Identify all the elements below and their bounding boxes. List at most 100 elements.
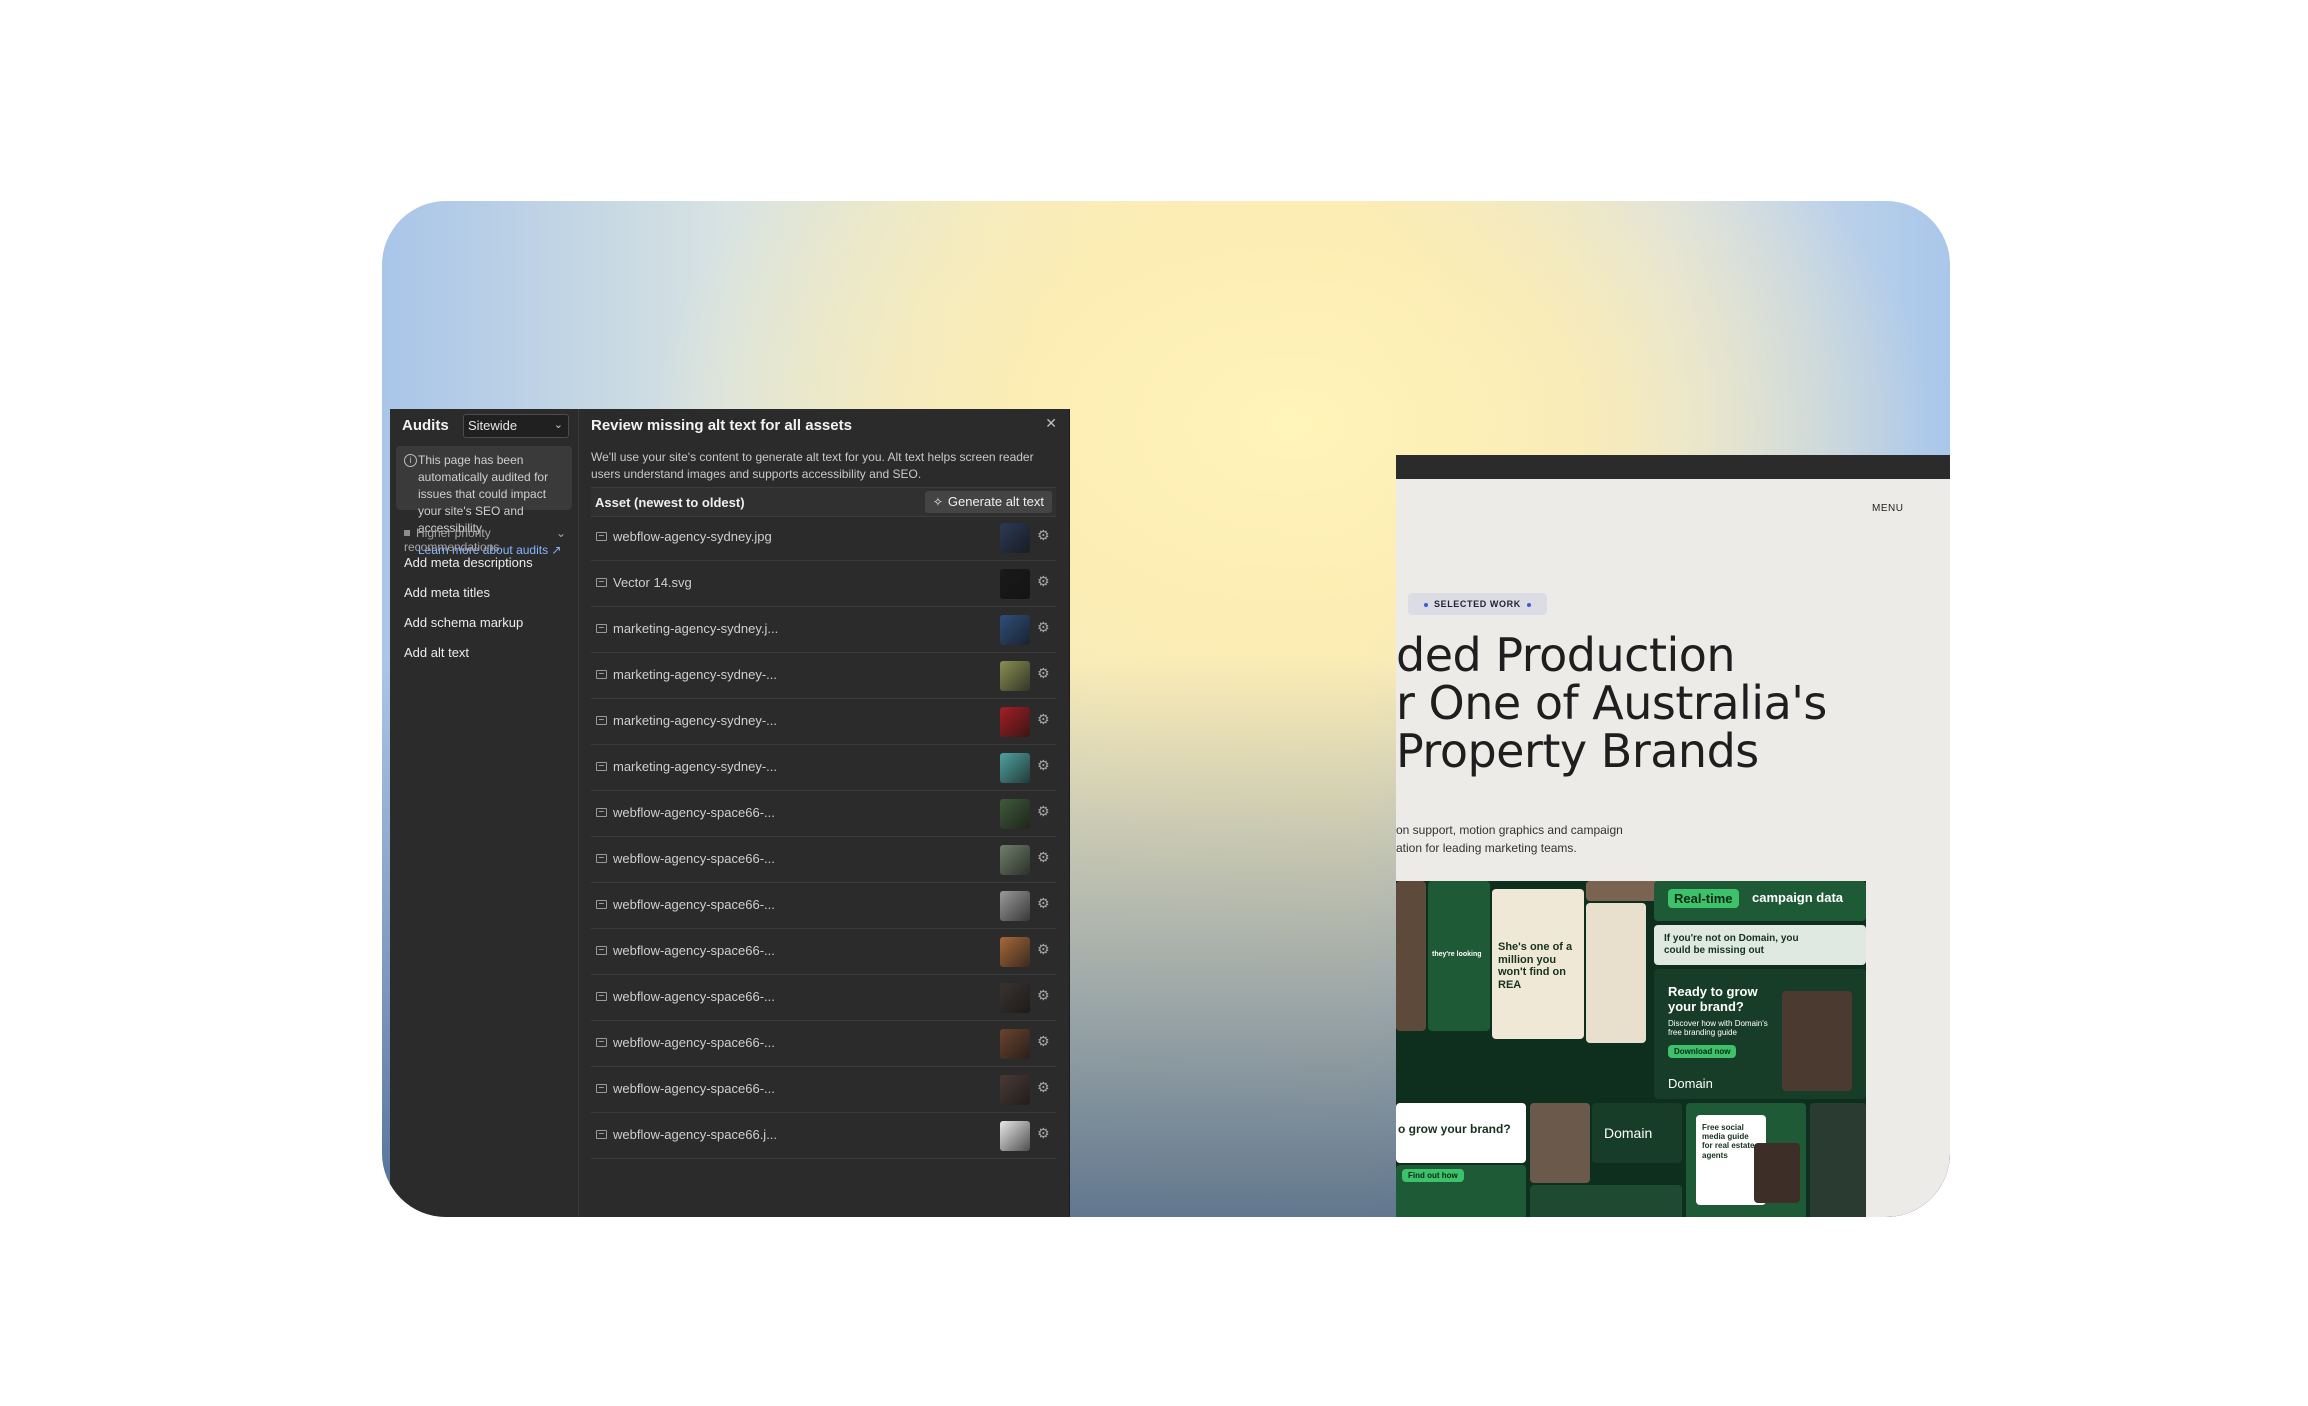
asset-filename: marketing-agency-sydney-... — [613, 667, 778, 682]
asset-row[interactable]: Vector 14.svg ⚙ — [591, 561, 1056, 607]
collage-photo — [1530, 1103, 1590, 1183]
recommendation-meta-titles[interactable]: Add meta titles — [404, 585, 490, 600]
asset-filename: webflow-agency-space66-... — [613, 1081, 775, 1096]
gear-icon[interactable]: ⚙ — [1037, 1079, 1050, 1096]
asset-filename: webflow-agency-space66-... — [613, 805, 775, 820]
asset-thumbnail[interactable] — [1000, 891, 1030, 921]
collage-tile: Free social media guide for real estate … — [1686, 1103, 1806, 1217]
scope-select[interactable]: Sitewide ⌄ — [463, 414, 569, 438]
collage-tile: o grow your brand? — [1396, 1103, 1526, 1163]
asset-row[interactable]: webflow-agency-space66-... ⚙ — [591, 791, 1056, 837]
image-icon — [596, 808, 607, 817]
assets-list: webflow-agency-sydney.jpg ⚙ Vector 14.svg ⚙… — [591, 515, 1056, 1217]
assets-table-header: Asset (newest to oldest) ✧ Generate alt t… — [591, 487, 1056, 517]
selected-work-pill: SELECTED WORK — [1408, 593, 1547, 615]
image-icon — [596, 1038, 607, 1047]
gear-icon[interactable]: ⚙ — [1037, 1125, 1050, 1142]
image-icon — [596, 532, 607, 541]
audits-title: Audits — [402, 417, 449, 434]
asset-row[interactable]: webflow-agency-space66.j... ⚙ — [591, 1113, 1056, 1159]
gear-icon[interactable]: ⚙ — [1037, 527, 1050, 544]
gear-icon[interactable]: ⚙ — [1037, 895, 1050, 912]
collage-tile: Domain — [1592, 1103, 1682, 1163]
asset-thumbnail[interactable] — [1000, 937, 1030, 967]
image-icon — [596, 900, 607, 909]
image-icon — [596, 624, 607, 633]
image-icon — [596, 578, 607, 587]
column-header-asset[interactable]: Asset (newest to oldest) — [595, 495, 745, 510]
asset-thumbnail[interactable] — [1000, 799, 1030, 829]
asset-thumbnail[interactable] — [1000, 523, 1030, 553]
gear-icon[interactable]: ⚙ — [1037, 803, 1050, 820]
priority-label: Higher priority recommendations — [404, 526, 500, 554]
recommendation-schema-markup[interactable]: Add schema markup — [404, 615, 523, 630]
asset-thumbnail[interactable] — [1000, 569, 1030, 599]
asset-row[interactable]: webflow-agency-space66-... ⚙ — [591, 1021, 1056, 1067]
gear-icon[interactable]: ⚙ — [1037, 1033, 1050, 1050]
collage-tile — [1810, 1103, 1866, 1217]
collage-tile: She's one of a million you won't find on… — [1492, 889, 1584, 1039]
close-icon[interactable]: ✕ — [1045, 415, 1057, 432]
collage-photo — [1396, 881, 1426, 1031]
image-icon — [596, 992, 607, 1001]
asset-row[interactable]: marketing-agency-sydney-... ⚙ — [591, 653, 1056, 699]
asset-row[interactable]: webflow-agency-space66-... ⚙ — [591, 929, 1056, 975]
asset-filename: marketing-agency-sydney-... — [613, 713, 778, 728]
asset-thumbnail[interactable] — [1000, 615, 1030, 645]
asset-filename: marketing-agency-sydney-... — [613, 759, 778, 774]
collage-tile: Find out how — [1396, 1165, 1526, 1217]
site-headline: ded Production r One of Australia's Prop… — [1396, 628, 1827, 778]
image-icon — [596, 670, 607, 679]
audits-panel: Audits Sitewide ⌄ i This page has been a… — [390, 409, 579, 1217]
priority-section-toggle[interactable]: Higher priority recommendations ⌄ — [404, 526, 570, 554]
gear-icon[interactable]: ⚙ — [1037, 849, 1050, 866]
gear-icon[interactable]: ⚙ — [1037, 665, 1050, 682]
asset-thumbnail[interactable] — [1000, 753, 1030, 783]
chevron-down-icon: ⌄ — [555, 526, 566, 540]
asset-row[interactable]: marketing-agency-sydney.j... ⚙ — [591, 607, 1056, 653]
asset-row[interactable]: webflow-agency-sydney.jpg ⚙ — [591, 515, 1056, 561]
collage-tile — [1586, 903, 1646, 1043]
gear-icon[interactable]: ⚙ — [1037, 711, 1050, 728]
collage-tile — [1530, 1185, 1682, 1217]
image-icon — [596, 946, 607, 955]
audit-info-text: This page has been automatically audited… — [418, 453, 549, 535]
collage-tile: they're looking — [1428, 881, 1490, 1031]
gear-icon[interactable]: ⚙ — [1037, 619, 1050, 636]
asset-filename: webflow-agency-space66-... — [613, 989, 775, 1004]
asset-row[interactable]: webflow-agency-space66-... ⚙ — [591, 975, 1056, 1021]
asset-filename: webflow-agency-space66-... — [613, 897, 775, 912]
asset-filename: webflow-agency-space66-... — [613, 851, 775, 866]
asset-filename: webflow-agency-space66-... — [613, 1035, 775, 1050]
asset-thumbnail[interactable] — [1000, 707, 1030, 737]
asset-thumbnail[interactable] — [1000, 1075, 1030, 1105]
recommendation-alt-text[interactable]: Add alt text — [404, 645, 469, 660]
collage-tile: Real-time campaign data — [1654, 881, 1866, 921]
preview-toolbar: 1258px ⌄ ⤢ — [1396, 455, 1950, 479]
asset-thumbnail[interactable] — [1000, 1121, 1030, 1151]
gear-icon[interactable]: ⚙ — [1037, 941, 1050, 958]
gear-icon[interactable]: ⚙ — [1037, 987, 1050, 1004]
asset-row[interactable]: marketing-agency-sydney-... ⚙ — [591, 745, 1056, 791]
asset-thumbnail[interactable] — [1000, 983, 1030, 1013]
asset-thumbnail[interactable] — [1000, 661, 1030, 691]
recommendation-meta-descriptions[interactable]: Add meta descriptions — [404, 555, 533, 570]
asset-row[interactable]: marketing-agency-sydney-... ⚙ — [591, 699, 1056, 745]
collage-photo — [1754, 1143, 1800, 1203]
asset-thumbnail[interactable] — [1000, 1029, 1030, 1059]
generate-alt-text-button[interactable]: ✧ Generate alt text — [924, 491, 1052, 513]
gear-icon[interactable]: ⚙ — [1037, 573, 1050, 590]
alt-text-review-panel: Review missing alt text for all assets ✕… — [579, 409, 1070, 1217]
image-icon — [596, 762, 607, 771]
image-icon — [596, 1084, 607, 1093]
gear-icon[interactable]: ⚙ — [1037, 757, 1050, 774]
asset-row[interactable]: webflow-agency-space66-... ⚙ — [591, 837, 1056, 883]
info-icon: i — [404, 454, 417, 467]
collage-photo — [1782, 991, 1852, 1091]
site-menu-link[interactable]: MENU — [1872, 503, 1903, 514]
site-preview: 1258px ⌄ ⤢ MENU SELECTED WORK ded Produc… — [1396, 455, 1950, 1217]
asset-row[interactable]: webflow-agency-space66-... ⚙ — [591, 1067, 1056, 1113]
asset-row[interactable]: webflow-agency-space66-... ⚙ — [591, 883, 1056, 929]
asset-thumbnail[interactable] — [1000, 845, 1030, 875]
asset-filename: Vector 14.svg — [613, 575, 692, 590]
